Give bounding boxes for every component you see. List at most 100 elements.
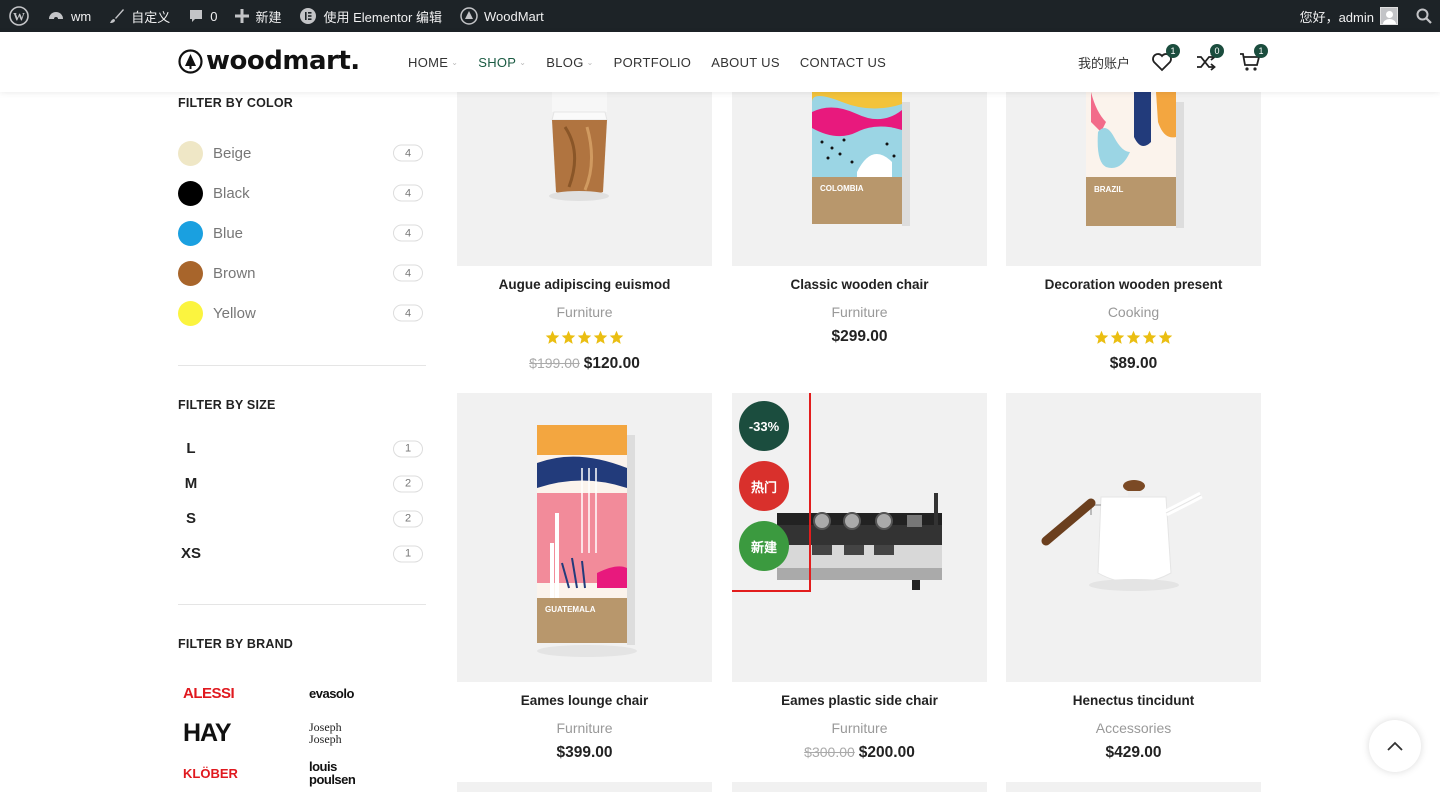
my-account-link[interactable]: 我的账户 (1078, 53, 1130, 72)
product-card[interactable]: -33% 热门 新建 Eames plastic side chair Furn… (732, 393, 987, 762)
elementor-label: 使用 Elementor 编辑 (323, 9, 442, 25)
product-image[interactable]: -33% 热门 新建 (732, 393, 987, 682)
admin-woodmart-link[interactable]: WoodMart (451, 0, 553, 32)
compare-count-badge: 0 (1210, 44, 1224, 58)
product-title[interactable]: Classic wooden chair (732, 277, 987, 292)
divider (178, 365, 426, 366)
coffee-bag-image: COLOMBIA (812, 92, 910, 226)
product-card[interactable]: COLOMBIA Classic wooden chair Furniture … (732, 92, 987, 346)
product-category[interactable]: Furniture (457, 720, 712, 736)
kettle-image (1041, 480, 1203, 591)
brand-logo-text: HAY (183, 718, 231, 747)
color-filter-beige[interactable]: Beige 4 (178, 133, 428, 173)
compare-button[interactable]: 0 (1194, 44, 1224, 74)
cart-button[interactable]: 1 (1238, 44, 1268, 74)
old-price: $300.00 (804, 744, 855, 760)
svg-text:W: W (13, 10, 25, 24)
admin-bar: W wm 自定义 0 新建 使用 Elementor 编辑 WoodMart 您… (0, 0, 1440, 32)
nav-shop[interactable]: SHOP ⌄ (468, 55, 536, 70)
nav-about-us[interactable]: ABOUT US (701, 55, 790, 70)
nav-blog[interactable]: BLOG ⌄ (536, 55, 603, 70)
size-name: XS (180, 545, 201, 562)
site-header: woodmart. HOME ⌄ SHOP ⌄ BLOG ⌄ PORTFOLIO AB… (0, 32, 1440, 92)
product-title[interactable]: Augue adipiscing euismod (457, 277, 712, 292)
product-category[interactable]: Furniture (732, 304, 987, 320)
size-filter-xs[interactable]: XS 1 (178, 536, 428, 571)
brand-logo-text: louis poulsen (309, 759, 356, 787)
brand-alessi[interactable]: ALESSI (178, 677, 304, 709)
product-image[interactable] (1006, 393, 1261, 682)
admin-account-menu[interactable]: 您好，admin (1291, 0, 1407, 32)
size-name: S (185, 510, 196, 527)
bag-label: GUATEMALA (545, 605, 596, 614)
color-swatch (178, 260, 203, 286)
color-filter-list: Beige 4 Black 4 Blue 4 Brown 4 Yellow 4 (178, 133, 428, 333)
admin-elementor-link[interactable]: 使用 Elementor 编辑 (290, 0, 450, 32)
brand-louis-poulsen[interactable]: louis poulsen (304, 757, 430, 789)
product-card[interactable]: GUATEMALA Eames lounge chair Furniture $… (457, 393, 712, 762)
product-card[interactable]: BRAZIL Decoration wooden present Cooking… (1006, 92, 1261, 373)
chevron-down-icon: ⌄ (451, 57, 459, 67)
product-category[interactable]: Accessories (1006, 720, 1261, 736)
product-image[interactable]: GUATEMALA (457, 393, 712, 682)
product-title[interactable]: Henectus tincidunt (1006, 693, 1261, 708)
product-category[interactable]: Furniture (457, 304, 712, 320)
product-image[interactable]: COLOMBIA (732, 92, 987, 266)
filter-color-title: FILTER BY COLOR (178, 96, 294, 110)
size-filter-m[interactable]: M 2 (178, 466, 428, 501)
product-category[interactable]: Furniture (732, 720, 987, 736)
nav-portfolio[interactable]: PORTFOLIO (604, 55, 702, 70)
brand-joseph-joseph[interactable]: Joseph Joseph (304, 717, 430, 749)
scroll-to-top-button[interactable] (1369, 720, 1421, 772)
star-icon (577, 330, 592, 344)
color-filter-black[interactable]: Black 4 (178, 173, 428, 213)
chevron-down-icon: ⌄ (586, 57, 594, 67)
brand-logo-text: KLÖBER (183, 765, 238, 781)
cart-count-badge: 1 (1254, 44, 1268, 58)
wishlist-count-badge: 1 (1166, 44, 1180, 58)
star-icon (1142, 330, 1157, 344)
brand-evasolo[interactable]: evasolo (304, 677, 430, 709)
admin-site-link[interactable]: wm (38, 0, 100, 32)
color-filter-brown[interactable]: Brown 4 (178, 253, 428, 293)
star-icon (1126, 330, 1141, 344)
wishlist-button[interactable]: 1 (1150, 44, 1180, 74)
product-image[interactable] (457, 92, 712, 266)
size-filter-s[interactable]: S 2 (178, 501, 428, 536)
nav-contact-label: CONTACT US (799, 54, 887, 70)
customize-label: 自定义 (131, 9, 171, 25)
brand-hay[interactable]: HAY (178, 717, 304, 749)
color-name: Brown (213, 264, 256, 282)
admin-customize-link[interactable]: 自定义 (100, 0, 179, 32)
site-logo[interactable]: woodmart. (178, 46, 360, 76)
color-filter-yellow[interactable]: Yellow 4 (178, 293, 428, 333)
count-badge: 1 (393, 545, 423, 562)
star-icon (593, 330, 608, 344)
product-title[interactable]: Eames plastic side chair (732, 693, 987, 708)
plus-icon (235, 9, 250, 23)
nav-home-label: HOME (408, 54, 449, 70)
color-filter-blue[interactable]: Blue 4 (178, 213, 428, 253)
admin-new-link[interactable]: 新建 (226, 0, 290, 32)
product-price: $399.00 (457, 744, 712, 762)
star-icon (1158, 330, 1173, 344)
product-image[interactable]: BRAZIL (1006, 92, 1261, 266)
size-name: L (186, 440, 196, 457)
admin-search-button[interactable] (1407, 0, 1440, 32)
star-rating (1006, 330, 1261, 346)
nav-home[interactable]: HOME ⌄ (398, 55, 468, 70)
product-category[interactable]: Cooking (1006, 304, 1261, 320)
admin-comments-link[interactable]: 0 (179, 0, 226, 32)
product-card[interactable]: Augue adipiscing euismod Furniture $199.… (457, 92, 712, 373)
count-badge: 4 (393, 304, 423, 322)
star-icon (609, 330, 624, 344)
product-title[interactable]: Decoration wooden present (1006, 277, 1261, 292)
nav-shop-label: SHOP (478, 54, 517, 70)
nav-contact-us[interactable]: CONTACT US (790, 55, 896, 70)
size-filter-l[interactable]: L 1 (178, 431, 428, 466)
wordpress-logo-icon[interactable]: W (0, 0, 38, 32)
brand-klober[interactable]: KLÖBER (178, 757, 304, 789)
product-title[interactable]: Eames lounge chair (457, 693, 712, 708)
count-badge: 2 (393, 510, 423, 527)
product-card[interactable]: Henectus tincidunt Accessories $429.00 (1006, 393, 1261, 762)
